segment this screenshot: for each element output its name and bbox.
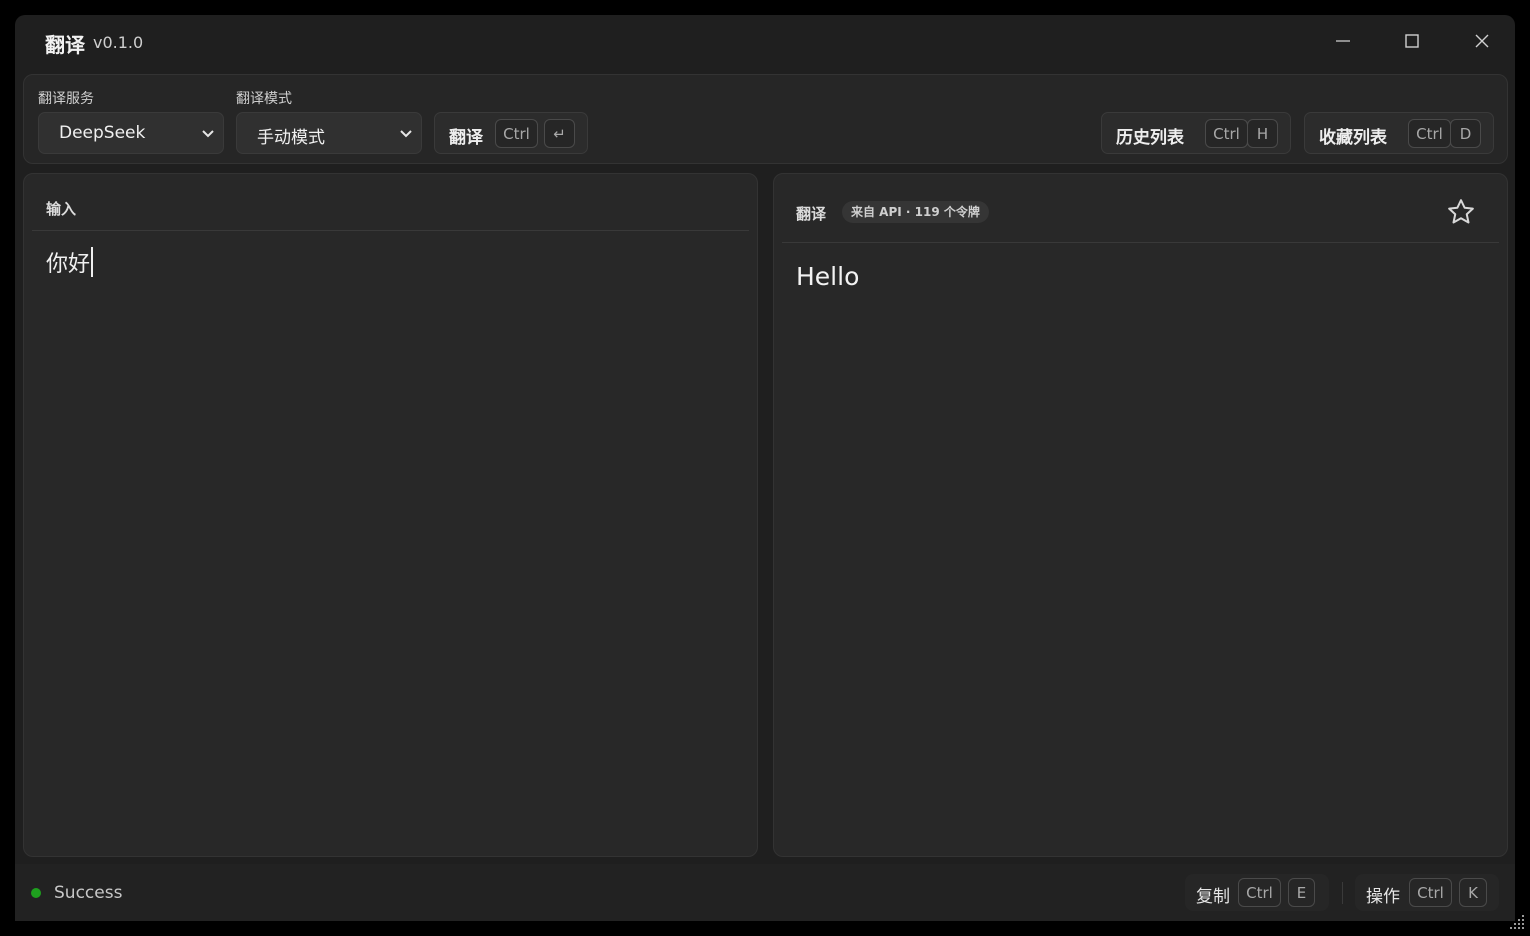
kbd-ctrl: Ctrl bbox=[1408, 119, 1451, 148]
input-text: 你好 bbox=[46, 252, 91, 277]
title-bar: 翻译 v0.1.0 bbox=[15, 15, 1515, 67]
close-icon bbox=[1475, 34, 1489, 48]
app-title: 翻译 bbox=[45, 33, 85, 57]
kbd-ctrl: Ctrl bbox=[1238, 878, 1281, 907]
translate-button-label: 翻译 bbox=[449, 128, 483, 148]
kbd-ctrl: Ctrl bbox=[1409, 878, 1452, 907]
star-outline-icon bbox=[1448, 199, 1474, 224]
app-version: v0.1.0 bbox=[93, 33, 144, 52]
favorites-button[interactable]: 收藏列表 Ctrl D bbox=[1304, 112, 1494, 154]
maximize-button[interactable] bbox=[1392, 26, 1432, 56]
input-panel-title: 输入 bbox=[46, 200, 77, 218]
mode-select-value: 手动模式 bbox=[257, 128, 325, 148]
resize-grip-icon[interactable] bbox=[1509, 912, 1527, 930]
status-indicator-dot bbox=[31, 888, 41, 898]
mode-select[interactable]: 手动模式 bbox=[236, 112, 422, 154]
output-panel: 翻译 来自 API · 119 个令牌 Hello bbox=[773, 173, 1508, 857]
kbd-ctrl: Ctrl bbox=[1205, 119, 1248, 148]
input-panel: 输入 你好 bbox=[23, 173, 758, 857]
kbd-ctrl: Ctrl bbox=[495, 119, 538, 148]
service-label: 翻译服务 bbox=[38, 91, 94, 107]
kbd-h: H bbox=[1247, 119, 1278, 148]
text-caret bbox=[91, 247, 94, 277]
actions-button-label: 操作 bbox=[1366, 887, 1400, 907]
status-text: Success bbox=[54, 883, 123, 903]
chevron-down-icon bbox=[400, 130, 412, 138]
toolbar: 翻译服务 DeepSeek 翻译模式 手动模式 翻译 Ctrl ↵ 历史列表 C… bbox=[23, 74, 1508, 164]
kbd-e: E bbox=[1288, 878, 1315, 907]
copy-button-label: 复制 bbox=[1196, 887, 1230, 907]
maximize-icon bbox=[1405, 34, 1419, 48]
favorites-button-label: 收藏列表 bbox=[1319, 128, 1387, 148]
input-textarea[interactable]: 你好 bbox=[46, 246, 94, 278]
translate-button[interactable]: 翻译 Ctrl ↵ bbox=[434, 112, 588, 154]
copy-button[interactable]: 复制 Ctrl E bbox=[1185, 874, 1329, 911]
kbd-d: D bbox=[1450, 119, 1481, 148]
kbd-enter: ↵ bbox=[544, 119, 575, 148]
history-button[interactable]: 历史列表 Ctrl H bbox=[1101, 112, 1291, 154]
app-window: 翻译 v0.1.0 翻译服务 DeepSeek 翻译模式 手动模式 翻译 Ctr… bbox=[15, 15, 1515, 921]
mode-label: 翻译模式 bbox=[236, 91, 292, 107]
status-bar: Success 复制 Ctrl E 操作 Ctrl K bbox=[15, 864, 1515, 921]
service-select-value: DeepSeek bbox=[59, 123, 146, 143]
chevron-down-icon bbox=[202, 130, 214, 138]
history-button-label: 历史列表 bbox=[1116, 128, 1184, 148]
api-token-badge: 来自 API · 119 个令牌 bbox=[842, 201, 989, 223]
minimize-button[interactable] bbox=[1323, 26, 1363, 56]
service-select[interactable]: DeepSeek bbox=[38, 112, 224, 154]
output-text: Hello bbox=[796, 262, 860, 291]
divider bbox=[32, 230, 749, 231]
actions-button[interactable]: 操作 Ctrl K bbox=[1355, 874, 1499, 911]
minimize-icon bbox=[1336, 40, 1350, 42]
status-separator bbox=[1342, 882, 1343, 904]
output-panel-title: 翻译 bbox=[796, 205, 827, 223]
favorite-button[interactable] bbox=[1444, 195, 1478, 229]
close-button[interactable] bbox=[1462, 26, 1502, 56]
divider bbox=[782, 242, 1499, 243]
kbd-k: K bbox=[1459, 878, 1487, 907]
